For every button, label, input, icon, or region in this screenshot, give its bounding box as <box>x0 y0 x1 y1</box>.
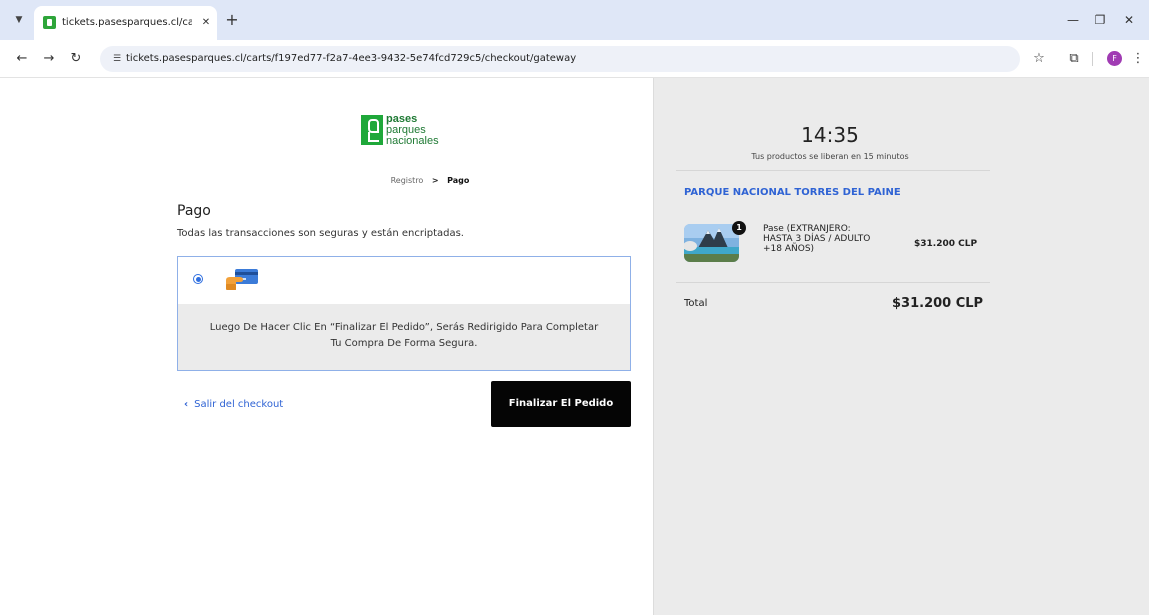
breadcrumb: Registro > Pago <box>300 175 560 187</box>
security-note: Todas las transacciones son seguras y es… <box>177 228 464 239</box>
minimize-icon[interactable]: — <box>1062 10 1084 30</box>
park-name: PARQUE NACIONAL TORRES DEL PAINE <box>684 187 901 198</box>
payment-methods-box: Luego De Hacer Clic En “Finalizar El Ped… <box>177 256 631 371</box>
browser-tab[interactable]: tickets.pasesparques.cl/carts/f1 ✕ <box>34 6 217 40</box>
tab-title: tickets.pasesparques.cl/carts/f1 <box>62 17 192 28</box>
tab-search-icon[interactable]: ▼ <box>9 11 29 29</box>
order-summary: 14:35 Tus productos se liberan en 15 min… <box>653 78 1149 615</box>
payment-option-card[interactable] <box>178 257 630 304</box>
breadcrumb-step-pago: Pago <box>447 176 470 185</box>
breadcrumb-separator: > <box>431 176 439 185</box>
finish-order-button[interactable]: Finalizar El Pedido <box>491 381 631 427</box>
product-name: Pase (EXTRANJERO: HASTA 3 DÍAS / ADULTO … <box>763 224 871 254</box>
forward-icon[interactable]: → <box>39 49 59 69</box>
total-label: Total <box>684 298 708 309</box>
restore-icon[interactable]: ❐ <box>1089 10 1111 30</box>
countdown-timer: 14:35 <box>801 123 859 147</box>
credit-card-icon <box>226 269 258 290</box>
chevron-left-icon: ‹ <box>184 399 189 410</box>
summary-divider-top <box>676 170 990 171</box>
timer-note: Tus productos se liberan en 15 minutos <box>751 152 909 161</box>
address-toolbar: ← → ↻ ☰ tickets.pasesparques.cl/carts/f1… <box>0 40 1149 78</box>
site-info-icon[interactable]: ☰ <box>110 52 124 66</box>
extensions-icon[interactable]: ⧉ <box>1064 49 1084 69</box>
checkout-page: pases parques nacionales Registro > Pago… <box>0 78 1149 615</box>
page-title: Pago <box>177 203 211 219</box>
checkout-main: pases parques nacionales Registro > Pago… <box>0 78 653 615</box>
site-favicon-icon <box>43 16 56 29</box>
tab-strip: ▼ tickets.pasesparques.cl/carts/f1 ✕ + —… <box>0 0 1149 40</box>
product-price: $31.200 CLP <box>914 239 978 249</box>
url-text[interactable]: tickets.pasesparques.cl/carts/f197ed77-f… <box>126 51 1006 67</box>
summary-divider-bottom <box>676 282 990 283</box>
tab-close-icon[interactable]: ✕ <box>198 15 214 31</box>
logo-word-3: nacionales <box>386 135 439 147</box>
exit-checkout-link[interactable]: ‹ Salir del checkout <box>184 398 283 412</box>
new-tab-icon[interactable]: + <box>222 10 242 30</box>
back-icon[interactable]: ← <box>12 49 32 69</box>
brand-logo[interactable]: pases parques nacionales <box>361 113 461 149</box>
bookmark-star-icon[interactable]: ☆ <box>1029 49 1049 69</box>
close-window-icon[interactable]: ✕ <box>1118 10 1140 30</box>
redirect-notice: Luego De Hacer Clic En “Finalizar El Ped… <box>209 322 599 349</box>
payment-info-panel: Luego De Hacer Clic En “Finalizar El Ped… <box>178 304 630 370</box>
toolbar-divider <box>1092 52 1093 66</box>
exit-checkout-label: Salir del checkout <box>194 399 284 410</box>
logo-mark-icon <box>361 115 383 145</box>
menu-kebab-icon[interactable]: ⋮ <box>1128 49 1148 69</box>
product-thumbnail <box>684 224 739 262</box>
profile-avatar[interactable]: F <box>1107 51 1122 66</box>
reload-icon[interactable]: ↻ <box>66 49 86 69</box>
total-value: $31.200 CLP <box>892 296 984 311</box>
breadcrumb-step-registro[interactable]: Registro <box>391 176 424 185</box>
quantity-badge: 1 <box>732 221 746 235</box>
payment-radio[interactable] <box>193 274 203 284</box>
address-bar[interactable]: ☰ tickets.pasesparques.cl/carts/f197ed77… <box>100 46 1020 72</box>
